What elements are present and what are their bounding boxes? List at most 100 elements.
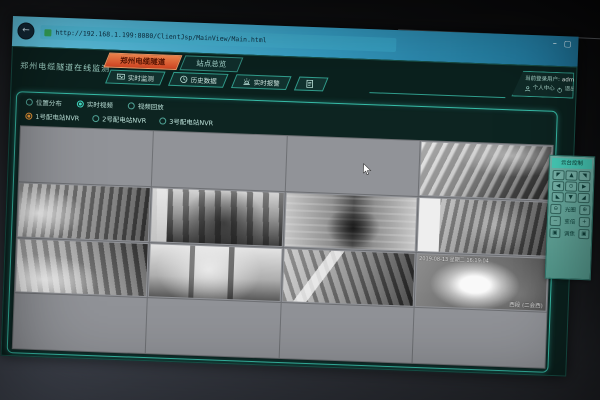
url-text[interactable]: http://192.168.1.199:8080/ClientJsp/Main… — [55, 29, 266, 45]
ptz-zoom-row: − 变倍 + — [550, 216, 590, 227]
zoom-in-icon[interactable]: + — [579, 217, 590, 227]
camera-feed[interactable] — [417, 198, 549, 255]
camera-feed[interactable] — [282, 249, 414, 306]
person-icon — [525, 85, 531, 91]
window-controls: – ▢ — [553, 39, 572, 50]
ptz-left-icon[interactable]: ◀ — [552, 181, 564, 191]
radio-icon — [128, 102, 135, 109]
radio-video-playback[interactable]: 视频回放 — [128, 100, 164, 111]
camera-cell — [418, 141, 552, 201]
tab-site-overview[interactable]: 站点总览 — [179, 55, 243, 72]
username: admin — [562, 77, 579, 84]
camera-feed[interactable] — [419, 142, 551, 199]
radio-icon — [26, 98, 33, 105]
radio-label: 1号配电站NVR — [35, 111, 79, 123]
radio-location-distribution[interactable]: 位置分布 — [26, 97, 62, 108]
empty-cell — [279, 303, 413, 363]
power-icon — [557, 86, 563, 92]
focus-label: 调焦 — [562, 229, 576, 238]
mouse-cursor-icon — [363, 163, 372, 176]
alarm-siren-icon — [243, 77, 251, 85]
maximize-icon[interactable]: ▢ — [564, 39, 572, 49]
logout-link[interactable]: 退出系统 — [565, 85, 587, 95]
empty-cell — [19, 126, 153, 186]
nvr-select-row: 1号配电站NVR 2号配电站NVR 3号配电站NVR — [25, 111, 213, 128]
radio-selected-icon — [25, 112, 32, 119]
camera-feed[interactable] — [149, 244, 281, 301]
camera-timestamp: 2019-08-13 星期二 16:19:04 — [419, 255, 489, 265]
focus-far-icon[interactable]: ▣ — [578, 229, 589, 239]
camera-feed[interactable] — [284, 193, 416, 250]
camera-feed[interactable]: 2019-08-13 星期二 16:19:04 西段 (二会西) — [415, 253, 547, 310]
camera-name-label: 西段 (二会西) — [509, 301, 543, 310]
radio-nvr-3[interactable]: 3号配电站NVR — [159, 115, 213, 127]
empty-cell — [152, 131, 286, 191]
ptz-right-icon[interactable]: ▶ — [578, 182, 590, 192]
radio-label: 视频回放 — [138, 101, 164, 112]
ptz-down-left-icon[interactable]: ◣ — [552, 192, 564, 202]
ptz-up-icon[interactable]: ▲ — [565, 170, 577, 180]
radio-icon — [92, 114, 99, 121]
camera-cell — [15, 238, 149, 298]
menu-row: 实时监测 历史数据 实时报警 — [108, 70, 326, 92]
radio-label: 2号配电站NVR — [102, 113, 146, 125]
menu-item-realtime-monitor[interactable]: 实时监测 — [105, 70, 166, 86]
content-frame: 位置分布 实时视频 视频回放 1号配电站NVR — [7, 91, 558, 373]
radio-nvr-2[interactable]: 2号配电站NVR — [92, 113, 146, 125]
camera-feed[interactable] — [18, 183, 150, 240]
tab-tunnel[interactable]: 郑州电缆隧道 — [103, 53, 182, 70]
radio-live-video[interactable]: 实时视频 — [77, 98, 113, 109]
ptz-panel-title: 云台控制 — [552, 158, 592, 169]
tab-site-overview-label: 站点总览 — [196, 57, 226, 72]
empty-cell — [13, 294, 147, 354]
empty-cell — [285, 136, 419, 196]
menu-item-extra[interactable] — [294, 77, 329, 92]
user-panel: 当前登录用户:admin 个人中心 退出系统 — [511, 70, 574, 98]
header-divider-line — [369, 92, 505, 98]
app-page: 郑州电缆隧道在线监测 郑州电缆隧道 站点总览 实时监测 — [1, 46, 578, 377]
zoom-out-icon[interactable]: − — [550, 216, 561, 226]
radio-icon — [159, 117, 166, 124]
ptz-down-right-icon[interactable]: ◢ — [578, 193, 590, 203]
camera-cell — [17, 182, 151, 242]
ptz-direction-pad: ◤ ▲ ◥ ◀ ⊙ ▶ ◣ ▼ ◢ — [551, 170, 592, 203]
camera-feed[interactable] — [16, 239, 148, 296]
aperture-plus-icon[interactable]: ⊕ — [579, 205, 590, 215]
menu-item-label: 历史数据 — [191, 75, 217, 86]
zoom-label: 变倍 — [563, 217, 577, 226]
ptz-up-right-icon[interactable]: ◥ — [578, 171, 590, 181]
camera-cell: 2019-08-13 星期二 16:19:04 西段 (二会西) — [414, 252, 548, 312]
radio-label: 位置分布 — [36, 97, 62, 108]
video-wall: 2019-08-13 星期二 16:19:04 西段 (二会西) — [12, 125, 554, 368]
menu-item-label: 实时监测 — [128, 72, 154, 83]
login-user-label: 当前登录用户: — [525, 76, 560, 83]
ptz-up-left-icon[interactable]: ◤ — [552, 170, 564, 180]
menu-item-label: 实时报警 — [254, 77, 280, 88]
ptz-aperture-row: ⊖ 光圈 ⊕ — [550, 204, 590, 215]
ptz-down-icon[interactable]: ▼ — [565, 192, 577, 202]
tab-tunnel-label: 郑州电缆隧道 — [120, 54, 165, 70]
browser-window: ← http://192.168.1.199:8080/ClientJsp/Ma… — [1, 16, 579, 377]
radio-label: 实时视频 — [87, 99, 113, 110]
back-icon[interactable]: ← — [17, 22, 35, 40]
ptz-auto-icon[interactable]: ⊙ — [565, 181, 577, 191]
camera-cell — [281, 248, 415, 308]
ptz-panel: 云台控制 ◤ ▲ ◥ ◀ ⊙ ▶ ◣ ▼ ◢ ⊖ 光圈 ⊕ — [545, 155, 596, 281]
menu-item-history-data[interactable]: 历史数据 — [168, 72, 229, 88]
camera-feed[interactable] — [151, 188, 283, 245]
camera-cell — [148, 243, 282, 303]
profile-link[interactable]: 个人中心 — [533, 84, 555, 94]
radio-nvr-1[interactable]: 1号配电站NVR — [25, 111, 79, 123]
ptz-focus-row: ▣ 调焦 ▣ — [549, 228, 589, 239]
page-title: 郑州电缆隧道在线监测 — [20, 60, 110, 74]
view-mode-row: 位置分布 实时视频 视频回放 — [26, 97, 164, 112]
radio-selected-icon — [77, 100, 84, 107]
empty-cell — [412, 308, 546, 368]
minimize-icon[interactable]: – — [553, 39, 557, 49]
menu-item-realtime-alarm[interactable]: 实时报警 — [231, 74, 292, 90]
aperture-label: 光圈 — [563, 205, 577, 214]
document-icon — [306, 80, 314, 88]
focus-near-icon[interactable]: ▣ — [549, 228, 560, 238]
radio-label: 3号配电站NVR — [169, 116, 213, 128]
aperture-minus-icon[interactable]: ⊖ — [550, 204, 561, 214]
